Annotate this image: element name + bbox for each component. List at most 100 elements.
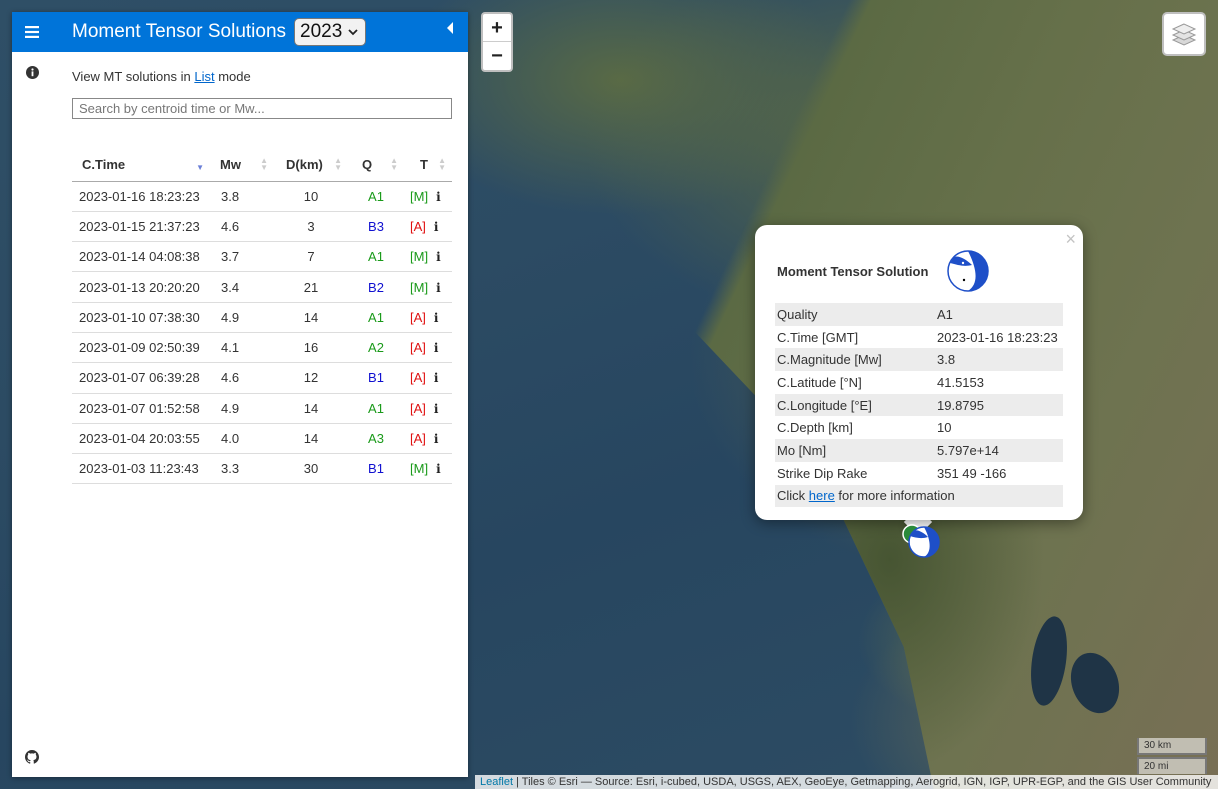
table-row[interactable]: 2023-01-13 20:20:20 3.4 21 B2 [M] i xyxy=(72,271,452,303)
type-label: [A] xyxy=(410,400,426,416)
year-select[interactable]: 2023 xyxy=(294,18,366,46)
popup-close-button[interactable]: × xyxy=(1065,229,1076,250)
table-row[interactable]: 2023-01-04 20:03:55 4.0 14 A3 [A] i xyxy=(72,423,452,455)
cell-quality: A1 xyxy=(348,181,404,212)
scale-km: 30 km xyxy=(1137,738,1207,755)
popup-row: C.Longitude [°E] 19.8795 xyxy=(775,393,1063,417)
collapse-left-icon xyxy=(447,22,453,34)
row-info-icon[interactable]: i xyxy=(436,190,441,204)
cell-depth: 16 xyxy=(274,332,348,364)
cell-type: [A] i xyxy=(404,302,452,333)
cell-quality: A1 xyxy=(348,302,404,333)
cell-quality: B1 xyxy=(348,362,404,394)
search-input[interactable] xyxy=(72,98,452,119)
popup-more-row: Click here for more information xyxy=(775,484,1063,508)
list-mode-link[interactable]: List xyxy=(194,69,214,84)
cell-mw: 3.4 xyxy=(210,271,274,303)
popup-row: C.Latitude [°N] 41.5153 xyxy=(775,371,1063,394)
mode-prefix: View MT solutions in xyxy=(72,69,195,84)
more-info-link[interactable]: here xyxy=(809,488,835,503)
popup-row-key: C.Depth [km] xyxy=(777,420,853,436)
zoom-in-button[interactable]: + xyxy=(483,14,511,42)
row-info-icon[interactable]: i xyxy=(434,311,439,325)
row-info-icon[interactable]: i xyxy=(434,402,439,416)
cell-quality: A2 xyxy=(348,332,404,364)
cell-depth: 14 xyxy=(274,302,348,333)
table-row[interactable]: 2023-01-10 07:38:30 4.9 14 A1 [A] i xyxy=(72,302,452,333)
table-row[interactable]: 2023-01-09 02:50:39 4.1 16 A2 [A] i xyxy=(72,332,452,364)
zoom-out-button[interactable]: − xyxy=(483,42,511,70)
cell-quality: B2 xyxy=(348,271,404,303)
cell-quality: A1 xyxy=(348,393,404,424)
cell-mw: 4.6 xyxy=(210,211,274,243)
row-info-icon[interactable]: i xyxy=(434,371,439,385)
table-row[interactable]: 2023-01-14 04:08:38 3.7 7 A1 [M] i xyxy=(72,241,452,273)
row-info-icon[interactable]: i xyxy=(436,250,441,264)
popup-row: C.Time [GMT] 2023-01-16 18:23:23 xyxy=(775,326,1063,349)
chevron-down-icon xyxy=(348,19,358,54)
popup-row: Strike Dip Rake 351 49 -166 xyxy=(775,462,1063,485)
cell-depth: 30 xyxy=(274,453,348,485)
column-header-mw[interactable]: Mw ▲ ▼ xyxy=(210,148,274,182)
tab-info[interactable] xyxy=(12,60,52,84)
cell-quality: B3 xyxy=(348,211,404,243)
event-marker[interactable] xyxy=(900,522,944,562)
leaflet-link[interactable]: Leaflet xyxy=(480,776,513,788)
column-header-depth[interactable]: D(km) ▲ ▼ xyxy=(274,148,348,182)
row-info-icon[interactable]: i xyxy=(434,341,439,355)
collapse-sidebar-button[interactable] xyxy=(447,22,454,37)
cell-ctime: 2023-01-16 18:23:23 xyxy=(72,181,210,212)
column-header-type[interactable]: T ▲ ▼ xyxy=(404,148,452,182)
tab-github[interactable] xyxy=(12,745,52,769)
table-row[interactable]: 2023-01-07 06:39:28 4.6 12 B1 [A] i xyxy=(72,362,452,394)
pane-header: Moment Tensor Solutions 2023 xyxy=(52,12,468,52)
table-row[interactable]: 2023-01-03 11:23:43 3.3 30 B1 [M] i xyxy=(72,453,452,485)
mt-popup: × Moment Tensor Solution Quality A1 C.Time… xyxy=(755,225,1083,520)
zoom-control: + − xyxy=(481,12,513,72)
popup-row: C.Depth [km] 10 xyxy=(775,416,1063,439)
type-label: [A] xyxy=(410,340,426,356)
cell-ctime: 2023-01-07 01:52:58 xyxy=(72,393,210,424)
cell-depth: 12 xyxy=(274,362,348,394)
table-row[interactable]: 2023-01-16 18:23:23 3.8 10 A1 [M] i xyxy=(72,181,452,212)
popup-row-value: 5.797e+14 xyxy=(937,442,999,458)
type-label: [M] xyxy=(410,188,429,204)
popup-row-value: 3.8 xyxy=(937,352,956,368)
cell-mw: 4.0 xyxy=(210,423,274,455)
type-label: [M] xyxy=(410,249,429,265)
column-header-ctime[interactable]: C.Time ▼ xyxy=(72,148,210,182)
cell-depth: 14 xyxy=(274,423,348,455)
sort-icon: ▲ ▼ xyxy=(390,156,398,172)
beachball-icon xyxy=(947,250,989,292)
cell-mw: 3.7 xyxy=(210,241,274,273)
scale-control: 30 km 20 mi xyxy=(1137,738,1207,776)
type-label: [M] xyxy=(410,279,429,295)
sort-icon: ▲ ▼ xyxy=(438,156,446,172)
cell-ctime: 2023-01-10 07:38:30 xyxy=(72,302,210,333)
table-row[interactable]: 2023-01-07 01:52:58 4.9 14 A1 [A] i xyxy=(72,393,452,424)
row-info-icon[interactable]: i xyxy=(434,220,439,234)
mode-line: View MT solutions in List mode xyxy=(72,69,251,84)
popup-row-key: C.Longitude [°E] xyxy=(777,397,872,413)
popup-row: Quality A1 xyxy=(775,303,1063,326)
popup-title: Moment Tensor Solution xyxy=(777,264,929,279)
cell-depth: 10 xyxy=(274,181,348,212)
cell-ctime: 2023-01-14 04:08:38 xyxy=(72,241,210,273)
cell-depth: 7 xyxy=(274,241,348,273)
table-row[interactable]: 2023-01-15 21:37:23 4.6 3 B3 [A] i xyxy=(72,211,452,243)
popup-row-value: 2023-01-16 18:23:23 xyxy=(937,329,1058,345)
cell-mw: 4.9 xyxy=(210,393,274,424)
row-info-icon[interactable]: i xyxy=(436,462,441,476)
popup-row-value: 41.5153 xyxy=(937,374,984,390)
cell-type: [A] i xyxy=(404,332,452,364)
year-select-value: 2023 xyxy=(300,21,343,42)
row-info-icon[interactable]: i xyxy=(434,432,439,446)
attribution: Leaflet | Tiles © Esri — Source: Esri, i… xyxy=(475,775,1218,789)
row-info-icon[interactable]: i xyxy=(436,281,441,295)
column-header-quality[interactable]: Q ▲ ▼ xyxy=(348,148,404,182)
cell-type: [M] i xyxy=(404,271,452,303)
layers-button[interactable] xyxy=(1162,12,1206,56)
cell-type: [M] i xyxy=(404,181,452,212)
popup-row-value: 10 xyxy=(937,420,952,436)
tab-menu[interactable] xyxy=(12,12,52,52)
